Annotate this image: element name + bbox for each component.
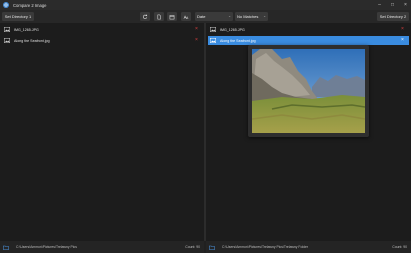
directory-path: C:\Users\Ammon\Pictures\Trelawny Pics\Tr… bbox=[222, 245, 309, 249]
status-bar-right: C:\Users\Ammon\Pictures\Trelawny Pics\Tr… bbox=[206, 241, 411, 253]
list-item[interactable]: IMG_1265.JPG bbox=[2, 25, 202, 34]
app-icon bbox=[3, 2, 9, 8]
preview-image bbox=[252, 49, 365, 133]
image-icon bbox=[4, 38, 10, 43]
status-bar-left: C:\Users\Ammon\Pictures\Trelawny Pics Co… bbox=[0, 241, 204, 253]
image-icon bbox=[210, 38, 216, 43]
refresh-icon[interactable] bbox=[140, 12, 150, 21]
folder-icon[interactable] bbox=[209, 245, 215, 250]
window-title: Compare 2 Image bbox=[13, 2, 47, 8]
image-icon bbox=[210, 27, 216, 32]
set-directory-1-button[interactable]: Set Directory 1 bbox=[2, 12, 34, 21]
list-item-label: IMG_1265.JPG bbox=[220, 27, 245, 32]
list-item[interactable]: IMG_1265.JPG bbox=[208, 25, 408, 34]
minimize-icon[interactable]: – bbox=[377, 2, 382, 8]
list-item[interactable]: Along the Seafront.jpg bbox=[2, 36, 202, 45]
list-item-label: Along the Seafront.jpg bbox=[14, 38, 50, 43]
left-file-list: IMG_1265.JPG × Along the Seafront.jpg × bbox=[0, 23, 204, 241]
image-preview bbox=[248, 45, 369, 137]
delete-icon[interactable]: × bbox=[400, 38, 405, 43]
calendar-icon[interactable] bbox=[167, 12, 177, 21]
delete-icon[interactable]: × bbox=[194, 38, 199, 43]
filter-select-value: No Matches bbox=[237, 14, 259, 19]
list-item-label: Along the Seafront.jpg bbox=[220, 38, 256, 43]
set-directory-2-button[interactable]: Set Directory 2 bbox=[377, 12, 409, 21]
delete-icon[interactable]: × bbox=[194, 27, 199, 32]
sort-select[interactable]: Date ⌄ bbox=[195, 12, 233, 21]
file-count: Count: 90 bbox=[185, 245, 200, 249]
filter-select[interactable]: No Matches ⌄ bbox=[235, 12, 268, 21]
list-item-label: IMG_1265.JPG bbox=[14, 27, 39, 32]
chevron-down-icon: ⌄ bbox=[263, 14, 266, 18]
document-icon[interactable] bbox=[154, 12, 164, 21]
sort-select-value: Date bbox=[197, 14, 206, 19]
close-icon[interactable]: × bbox=[403, 2, 408, 8]
maximize-icon[interactable]: □ bbox=[390, 2, 395, 8]
title-bar: Compare 2 Image – □ × bbox=[0, 0, 411, 10]
folder-icon[interactable] bbox=[3, 245, 9, 250]
delete-icon[interactable]: × bbox=[400, 27, 405, 32]
image-icon bbox=[4, 27, 10, 32]
list-item-selected[interactable]: Along the Seafront.jpg bbox=[208, 36, 409, 45]
font-size-icon[interactable] bbox=[181, 12, 191, 21]
directory-path: C:\Users\Ammon\Pictures\Trelawny Pics bbox=[16, 245, 77, 249]
file-count: Count: 90 bbox=[392, 245, 407, 249]
chevron-down-icon: ⌄ bbox=[228, 14, 231, 18]
toolbar: Set Directory 1 Date ⌄ No Matches ⌄ Set … bbox=[0, 10, 411, 23]
